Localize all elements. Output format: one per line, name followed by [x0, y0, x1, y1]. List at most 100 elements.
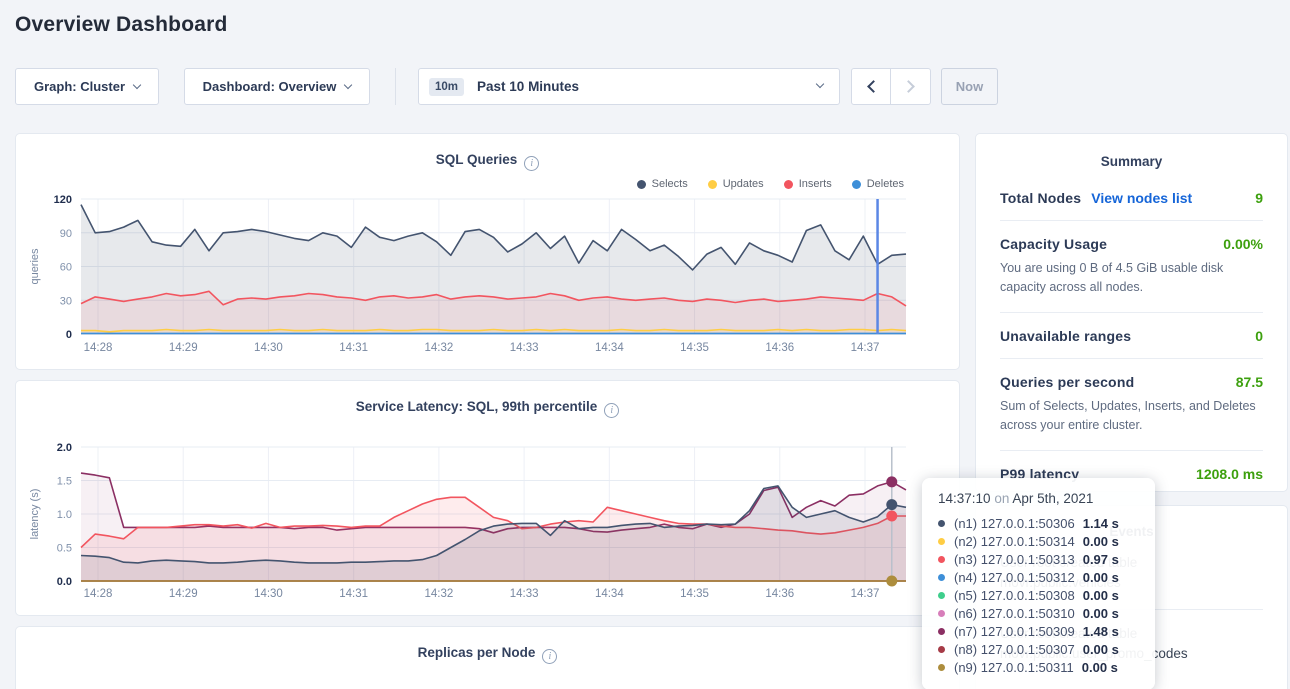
tooltip-node-value: 1.14 s — [1083, 516, 1119, 531]
chevron-down-icon — [133, 80, 141, 88]
y-tick-label: 120 — [54, 194, 72, 206]
y-axis-label: queries — [29, 248, 41, 285]
latency-card: Service Latency: SQL, 99th percentilei 1… — [15, 380, 960, 616]
hover-dot — [886, 499, 897, 510]
tooltip-node-value: 0.00 s — [1083, 588, 1119, 603]
y-tick-label: 90 — [60, 228, 72, 240]
tooltip-node-label: (n3) 127.0.0.1:50313 — [954, 552, 1075, 567]
tooltip-row: (n5) 127.0.0.1:50308 0.00 s — [938, 586, 1139, 604]
chart-tooltip: 14:37:10 on Apr 5th, 2021 (n1) 127.0.0.1… — [922, 478, 1155, 689]
x-tick-label: 14:35 — [680, 342, 709, 354]
time-next-button[interactable] — [890, 68, 931, 105]
hover-dot — [886, 511, 897, 522]
x-tick-label: 14:30 — [254, 342, 283, 354]
tooltip-node-value: 0.00 s — [1083, 606, 1119, 621]
tooltip-node-label: (n6) 127.0.0.1:50310 — [954, 606, 1075, 621]
summary-title: Summary — [976, 134, 1287, 169]
y-tick-label: 0 — [66, 329, 72, 341]
tooltip-row: (n1) 127.0.0.1:50306 1.14 s — [938, 514, 1139, 532]
chevron-down-icon — [344, 80, 352, 88]
y-tick-label: 2.0 — [57, 442, 72, 454]
x-tick-label: 14:34 — [595, 588, 624, 600]
tooltip-row: (n8) 127.0.0.1:503070.00 s — [938, 640, 1139, 658]
tooltip-node-label: (n9) 127.0.0.1:50311 — [954, 660, 1074, 675]
x-tick-label: 14:28 — [84, 342, 113, 354]
y-tick-label: 30 — [60, 295, 72, 307]
summary-rows: Total NodesView nodes list9Capacity Usag… — [976, 169, 1287, 496]
tooltip-row: (n2) 127.0.0.1:503140.00 s — [938, 532, 1139, 550]
summary-row: Queries per second87.5Sum of Selects, Up… — [1000, 358, 1263, 450]
x-tick-label: 14:32 — [424, 342, 453, 354]
now-button[interactable]: Now — [941, 68, 998, 105]
x-tick-label: 14:36 — [765, 342, 794, 354]
hover-dot — [886, 476, 897, 487]
summary-value: 1208.0 ms — [1196, 466, 1263, 482]
time-range-badge: 10m — [429, 78, 464, 96]
x-tick-label: 14:29 — [169, 588, 198, 600]
summary-value: 0.00% — [1223, 236, 1263, 252]
dashboard-dropdown[interactable]: Dashboard: Overview — [184, 68, 370, 105]
node-dot-icon — [938, 556, 945, 563]
tooltip-time: 14:37:10 — [938, 491, 991, 506]
chevron-left-icon — [867, 80, 880, 93]
x-tick-label: 14:31 — [339, 588, 368, 600]
y-tick-label: 1.0 — [57, 509, 72, 521]
summary-label: Queries per second — [1000, 374, 1134, 390]
x-tick-label: 14:29 — [169, 342, 198, 354]
graph-dropdown-label: Graph: Cluster — [34, 79, 125, 94]
info-icon[interactable]: i — [542, 649, 557, 664]
node-dot-icon — [938, 628, 945, 635]
tooltip-row: (n9) 127.0.0.1:50311 0.00 s — [938, 658, 1139, 676]
tooltip-node-label: (n8) 127.0.0.1:50307 — [954, 642, 1075, 657]
summary-row: Capacity Usage 0.00% You are using 0 B of … — [1000, 220, 1263, 312]
tooltip-node-label: (n1) 127.0.0.1:50306 — [954, 516, 1075, 531]
replicas-chart-title-text: Replicas per Node — [418, 645, 536, 660]
controls-divider — [395, 68, 396, 105]
tooltip-date: Apr 5th, 2021 — [1012, 491, 1093, 506]
tooltip-header: 14:37:10 on Apr 5th, 2021 — [938, 491, 1139, 506]
y-tick-label: 0.0 — [57, 576, 72, 588]
y-axis-label: latency (s) — [29, 489, 41, 540]
tooltip-node-value: 0.00 s — [1082, 660, 1118, 675]
tooltip-node-value: 0.97 s — [1083, 552, 1119, 567]
x-tick-label: 14:37 — [851, 342, 880, 354]
dashboard-dropdown-label: Dashboard: Overview — [203, 79, 337, 94]
tooltip-row: (n7) 127.0.0.1:503091.48 s — [938, 622, 1139, 640]
sql-queries-chart[interactable]: 14:2814:2914:3014:3114:3214:3314:3414:35… — [16, 134, 961, 371]
summary-label: Capacity Usage — [1000, 236, 1107, 252]
summary-value: 0 — [1255, 328, 1263, 344]
node-dot-icon — [938, 538, 945, 545]
x-tick-label: 14:33 — [510, 588, 539, 600]
tooltip-node-label: (n7) 127.0.0.1:50309 — [954, 624, 1075, 639]
latency-chart[interactable]: 14:2814:2914:3014:3114:3214:3314:3414:35… — [16, 381, 961, 617]
x-tick-label: 14:34 — [595, 342, 624, 354]
node-dot-icon — [938, 574, 945, 581]
x-tick-label: 14:33 — [510, 342, 539, 354]
time-range-selector[interactable]: 10m Past 10 Minutes — [418, 68, 840, 105]
node-dot-icon — [938, 592, 945, 599]
view-nodes-list-link[interactable]: View nodes list — [1091, 190, 1192, 206]
time-range-label: Past 10 Minutes — [477, 79, 579, 94]
node-dot-icon — [938, 520, 945, 527]
tooltip-on: on — [994, 491, 1009, 506]
summary-description: Sum of Selects, Updates, Inserts, and De… — [1000, 397, 1263, 436]
time-prev-button[interactable] — [851, 68, 891, 105]
chevron-down-icon — [816, 80, 824, 88]
tooltip-node-value: 0.00 s — [1083, 570, 1119, 585]
tooltip-row: (n4) 127.0.0.1:50312 0.00 s — [938, 568, 1139, 586]
summary-row: Unavailable ranges 0 — [1000, 312, 1263, 358]
tooltip-row: (n6) 127.0.0.1:50310 0.00 s — [938, 604, 1139, 622]
x-tick-label: 14:37 — [851, 588, 880, 600]
summary-value: 9 — [1255, 190, 1263, 206]
y-tick-label: 60 — [60, 262, 72, 274]
summary-description: You are using 0 B of 4.5 GiB usable disk… — [1000, 259, 1263, 298]
node-dot-icon — [938, 610, 945, 617]
x-tick-label: 14:36 — [765, 588, 794, 600]
summary-label: Unavailable ranges — [1000, 328, 1131, 344]
x-tick-label: 14:30 — [254, 588, 283, 600]
tooltip-row: (n3) 127.0.0.1:50313 0.97 s — [938, 550, 1139, 568]
tooltip-node-label: (n5) 127.0.0.1:50308 — [954, 588, 1075, 603]
graph-dropdown[interactable]: Graph: Cluster — [15, 68, 159, 105]
node-dot-icon — [938, 646, 945, 653]
tooltip-node-label: (n4) 127.0.0.1:50312 — [954, 570, 1075, 585]
